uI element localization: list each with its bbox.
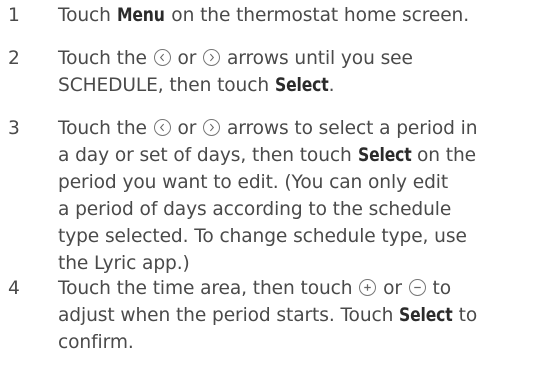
step-line: Touch the time area, then touch or to [58, 275, 544, 302]
step-number: 1 [8, 5, 20, 26]
left-arrow-circle-icon [153, 49, 171, 66]
step-line: the Lyric app.) [58, 253, 190, 274]
step-text-segment: a day or set of days, then touch [58, 145, 358, 166]
step-text-segment: SCHEDULE, then touch [58, 75, 275, 96]
step-text-segment: to [426, 278, 452, 299]
left-arrow-circle-icon [153, 119, 171, 136]
right-arrow-circle-icon [203, 119, 221, 136]
step-text: Touch Menu on the thermostat home screen… [58, 2, 544, 29]
step-text-segment: arrows to select a period in [221, 118, 478, 139]
step-line: type selected. To change schedule type, … [58, 226, 467, 247]
step-text-segment: or [171, 118, 203, 139]
step-text: Touch the or arrows until you see SCHEDU… [58, 45, 544, 99]
select-term: Select [357, 145, 412, 166]
step-text-segment: Touch the [58, 118, 153, 139]
menu-term: Menu [116, 5, 165, 26]
step-number: 3 [8, 118, 20, 139]
step-line: confirm. [58, 332, 134, 353]
step-text-segment: or [377, 278, 408, 299]
step-text-segment: adjust when the period starts. Touch [58, 305, 400, 326]
step-text-segment: Touch [58, 5, 117, 26]
step-text-segment: or [171, 48, 203, 69]
step-text-segment: Touch the [58, 48, 153, 69]
step-line: period you want to edit. (You can only e… [58, 172, 449, 193]
step-line: a day or set of days, then touch Select … [58, 142, 544, 169]
step-text: Touch the or arrows to select a period i… [58, 115, 544, 277]
step-text: Touch the time area, then touch or to ad… [58, 275, 544, 356]
plus-circle-icon [359, 279, 377, 296]
step-number: 4 [8, 278, 20, 299]
step-line: SCHEDULE, then touch Select. [58, 72, 544, 99]
step-line: Touch the or arrows to select a period i… [58, 115, 544, 142]
step-line: a period of days according to the schedu… [58, 199, 452, 220]
step-line: Touch the or arrows until you see [58, 45, 544, 72]
step-text-segment: arrows until you see [221, 48, 413, 69]
step-text-segment: on the [411, 145, 476, 166]
minus-circle-icon [408, 279, 426, 296]
step-number: 2 [8, 48, 20, 69]
select-term: Select [399, 305, 453, 326]
step-text-segment: to [452, 305, 478, 326]
step-text-segment: Touch the time area, then touch [58, 278, 359, 299]
instruction-steps: 1 Touch Menu on the thermostat home scre… [0, 0, 547, 382]
right-arrow-circle-icon [203, 49, 221, 66]
step-line: adjust when the period starts. Touch Sel… [58, 302, 544, 329]
step-line: Touch Menu on the thermostat home screen… [58, 2, 544, 29]
step-text-segment: on the thermostat home screen. [165, 5, 470, 26]
step-text-segment: . [328, 75, 335, 96]
select-term: Select [274, 75, 329, 96]
